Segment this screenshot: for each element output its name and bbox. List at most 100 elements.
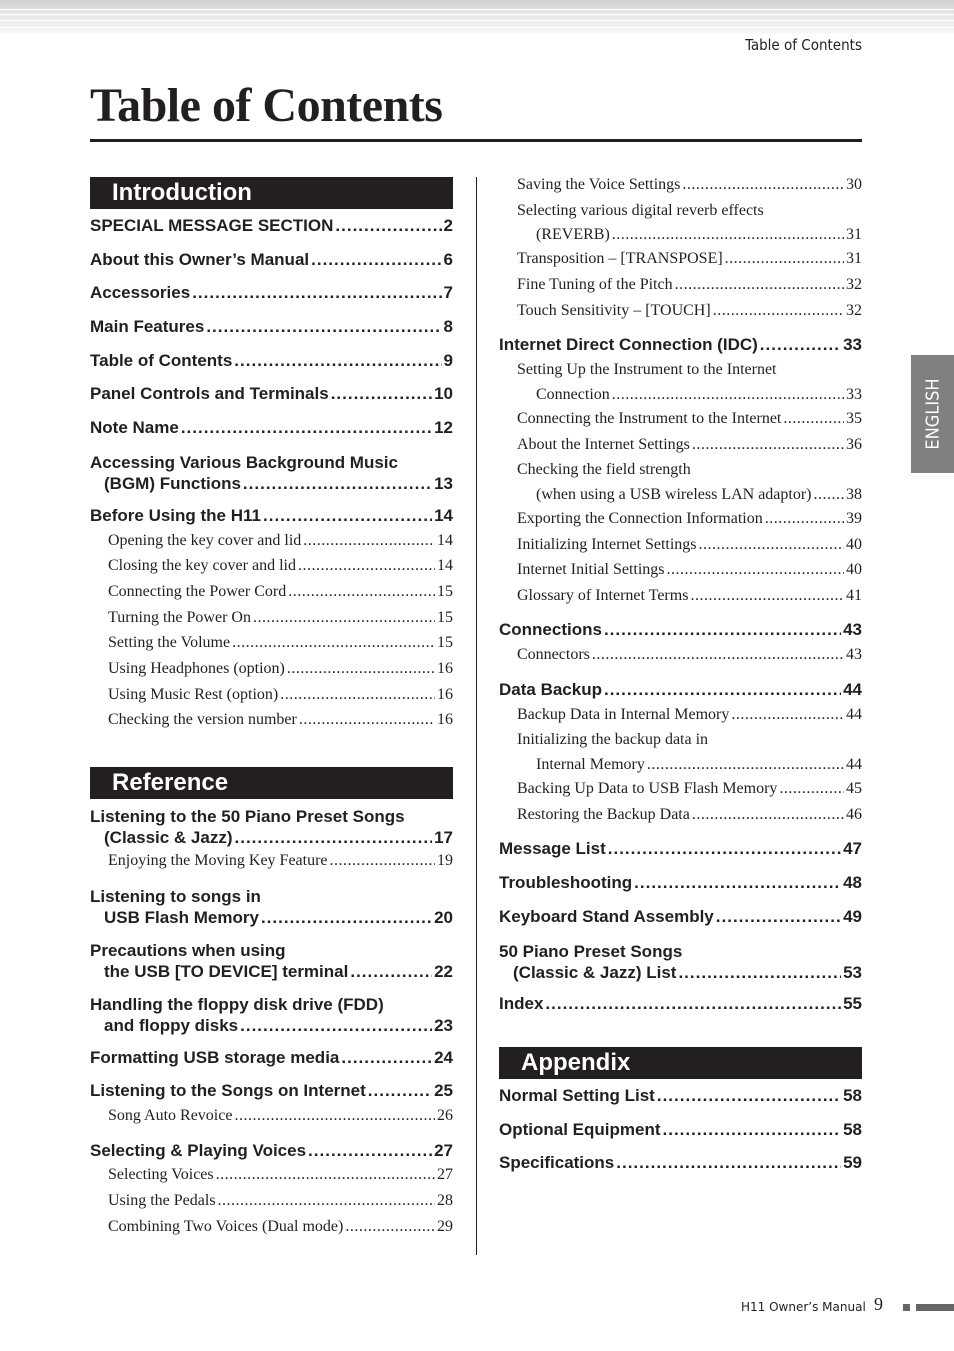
toc-page-number[interactable]: 40 [846, 532, 862, 558]
toc-entry[interactable]: Selecting various digital reverb effects… [499, 198, 862, 247]
toc-entry[interactable]: Connecting the Instrument to the Interne… [499, 406, 862, 432]
toc-entry[interactable]: Combining Two Voices (Dual mode) 29 [90, 1214, 453, 1240]
toc-page-number[interactable]: 55 [843, 994, 862, 1014]
toc-entry[interactable]: Checking the field strength (when using a… [499, 457, 862, 506]
toc-entry[interactable]: Handling the floppy disk drive (FDD) and … [90, 987, 453, 1041]
toc-entry[interactable]: Saving the Voice Settings 30 [499, 172, 862, 198]
toc-page-number[interactable]: 35 [846, 406, 862, 432]
toc-page-number[interactable]: 36 [846, 432, 862, 458]
toc-page-number[interactable]: 19 [437, 848, 453, 874]
toc-entry[interactable]: Formatting USB storage media 24 [90, 1041, 453, 1075]
toc-entry[interactable]: Transposition – [TRANSPOSE] 31 [499, 246, 862, 272]
toc-entry[interactable]: About this Owner’s Manual 6 [90, 243, 453, 277]
toc-page-number[interactable]: 25 [434, 1081, 453, 1101]
toc-page-number[interactable]: 33 [846, 383, 862, 406]
toc-page-number[interactable]: 59 [843, 1153, 862, 1173]
toc-page-number[interactable]: 26 [437, 1103, 453, 1129]
toc-page-number[interactable]: 47 [843, 839, 862, 859]
toc-entry[interactable]: Note Name 12 [90, 411, 453, 445]
toc-page-number[interactable]: 8 [444, 317, 453, 337]
toc-entry[interactable]: Troubleshooting 48 [499, 866, 862, 900]
toc-page-number[interactable]: 44 [846, 753, 862, 776]
toc-page-number[interactable]: 20 [434, 907, 453, 928]
toc-entry[interactable]: Opening the key cover and lid 14 [90, 528, 453, 554]
toc-page-number[interactable]: 15 [437, 579, 453, 605]
toc-page-number[interactable]: 22 [434, 961, 453, 982]
toc-entry[interactable]: Listening to songs inUSB Flash Memory 20 [90, 879, 453, 933]
toc-entry[interactable]: Turning the Power On 15 [90, 605, 453, 631]
toc-page-number[interactable]: 16 [437, 682, 453, 708]
toc-entry[interactable]: Backup Data in Internal Memory 44 [499, 702, 862, 728]
toc-page-number[interactable]: 27 [434, 1141, 453, 1161]
toc-entry[interactable]: Using the Pedals 28 [90, 1188, 453, 1214]
toc-entry[interactable]: Message List 47 [499, 832, 862, 866]
toc-page-number[interactable]: 44 [843, 680, 862, 700]
toc-page-number[interactable]: 48 [843, 873, 862, 893]
toc-page-number[interactable]: 13 [434, 473, 453, 494]
toc-page-number[interactable]: 39 [846, 506, 862, 532]
toc-entry[interactable]: Fine Tuning of the Pitch 32 [499, 272, 862, 298]
toc-page-number[interactable]: 32 [846, 272, 862, 298]
toc-entry[interactable]: Closing the key cover and lid 14 [90, 553, 453, 579]
toc-page-number[interactable]: 14 [434, 506, 453, 526]
toc-entry[interactable]: 50 Piano Preset Songs (Classic & Jazz) Li… [499, 934, 862, 988]
toc-page-number[interactable]: 58 [843, 1086, 862, 1106]
toc-entry[interactable]: Initializing the backup data in Internal … [499, 727, 862, 776]
toc-entry[interactable]: Selecting Voices 27 [90, 1162, 453, 1188]
toc-entry[interactable]: Initializing Internet Settings 40 [499, 532, 862, 558]
toc-entry[interactable]: Index 55 [499, 988, 862, 1022]
toc-entry[interactable]: Optional Equipment 58 [499, 1113, 862, 1147]
toc-entry[interactable]: Precautions when using the USB [TO DEVICE… [90, 933, 453, 987]
toc-page-number[interactable]: 12 [434, 418, 453, 438]
toc-page-number[interactable]: 44 [846, 702, 862, 728]
toc-page-number[interactable]: 15 [437, 630, 453, 656]
toc-page-number[interactable]: 32 [846, 298, 862, 324]
toc-entry[interactable]: Accessing Various Background Music (BGM) … [90, 445, 453, 499]
toc-page-number[interactable]: 46 [846, 802, 862, 828]
toc-entry[interactable]: Listening to the 50 Piano Preset Songs (C… [90, 799, 453, 853]
toc-page-number[interactable]: 14 [437, 553, 453, 579]
toc-page-number[interactable]: 40 [846, 557, 862, 583]
toc-entry[interactable]: Enjoying the Moving Key Feature 19 [90, 848, 453, 874]
toc-page-number[interactable]: 43 [846, 642, 862, 668]
toc-entry[interactable]: Checking the version number 16 [90, 707, 453, 733]
toc-page-number[interactable]: 38 [846, 483, 862, 506]
toc-page-number[interactable]: 27 [437, 1162, 453, 1188]
toc-entry[interactable]: Specifications 59 [499, 1147, 862, 1181]
toc-page-number[interactable]: 2 [444, 216, 453, 236]
toc-entry[interactable]: Song Auto Revoice 26 [90, 1103, 453, 1129]
toc-page-number[interactable]: 14 [437, 528, 453, 554]
toc-entry[interactable]: Glossary of Internet Terms 41 [499, 583, 862, 609]
toc-page-number[interactable]: 43 [843, 620, 862, 640]
toc-page-number[interactable]: 10 [434, 384, 453, 404]
toc-page-number[interactable]: 28 [437, 1188, 453, 1214]
toc-page-number[interactable]: 45 [846, 776, 862, 802]
toc-entry[interactable]: Backing Up Data to USB Flash Memory 45 [499, 776, 862, 802]
toc-entry[interactable]: Table of Contents 9 [90, 344, 453, 378]
toc-entry[interactable]: Exporting the Connection Information 39 [499, 506, 862, 532]
toc-page-number[interactable]: 17 [434, 827, 453, 848]
toc-page-number[interactable]: 15 [437, 605, 453, 631]
toc-entry[interactable]: Using Headphones (option) 16 [90, 656, 453, 682]
toc-entry[interactable]: Main Features 8 [90, 310, 453, 344]
toc-page-number[interactable]: 58 [843, 1120, 862, 1140]
toc-page-number[interactable]: 16 [437, 707, 453, 733]
toc-page-number[interactable]: 30 [846, 172, 862, 198]
toc-entry[interactable]: Connecting the Power Cord 15 [90, 579, 453, 605]
toc-page-number[interactable]: 41 [846, 583, 862, 609]
toc-entry[interactable]: About the Internet Settings 36 [499, 432, 862, 458]
toc-page-number[interactable]: 29 [437, 1214, 453, 1240]
toc-page-number[interactable]: 9 [444, 351, 453, 371]
toc-page-number[interactable]: 24 [434, 1048, 453, 1068]
toc-page-number[interactable]: 49 [843, 907, 862, 927]
toc-entry[interactable]: SPECIAL MESSAGE SECTION 2 [90, 209, 453, 243]
toc-page-number[interactable]: 6 [444, 250, 453, 270]
toc-entry[interactable]: Connectors 43 [499, 642, 862, 668]
toc-page-number[interactable]: 53 [843, 962, 862, 983]
toc-entry[interactable]: Setting Up the Instrument to the Interne… [499, 357, 862, 406]
toc-entry[interactable]: Touch Sensitivity – [TOUCH] 32 [499, 298, 862, 324]
toc-entry[interactable]: Setting the Volume 15 [90, 630, 453, 656]
toc-entry[interactable]: Accessories 7 [90, 276, 453, 310]
toc-page-number[interactable]: 7 [444, 283, 453, 303]
toc-entry[interactable]: Normal Setting List 58 [499, 1079, 862, 1113]
